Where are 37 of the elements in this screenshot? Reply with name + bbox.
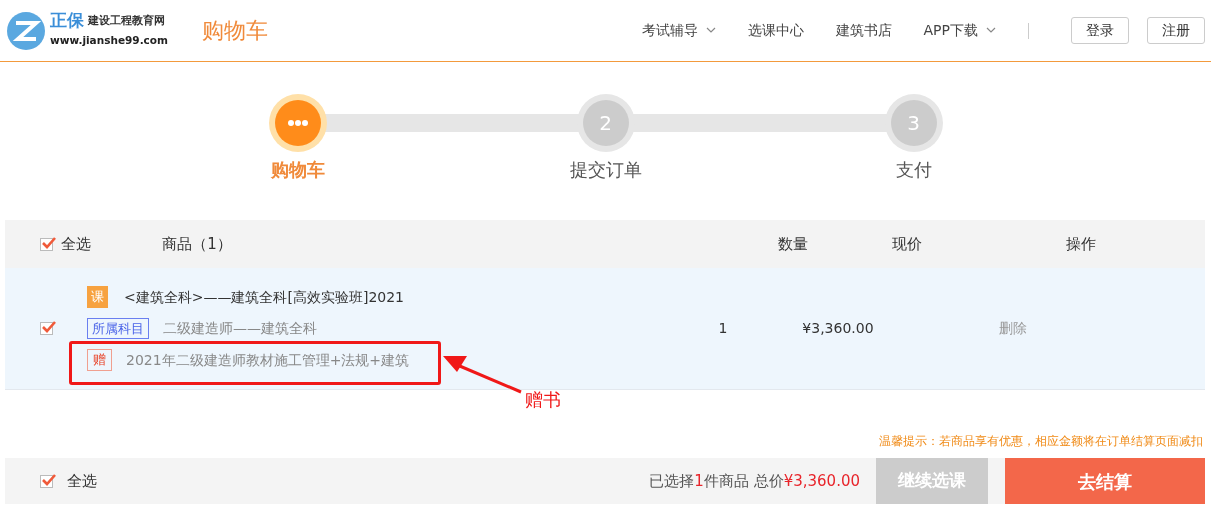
register-button[interactable]: 注册 (1147, 17, 1205, 44)
step-label: 购物车 (270, 158, 325, 182)
logo-brand: 正保 (50, 12, 84, 30)
checkbox[interactable] (40, 322, 53, 335)
logo-icon (6, 10, 46, 51)
nav-link[interactable]: APP下载 (923, 20, 996, 41)
login-button[interactable]: 登录 (1071, 17, 1129, 44)
course-title: <建筑全科>——建筑全科[高效实验班]2021 (124, 287, 404, 307)
chevron-icon (986, 27, 996, 34)
quantity-cell-text: 1 (717, 319, 729, 338)
checkbox[interactable] (40, 237, 53, 251)
column-header: 数量 (776, 233, 809, 255)
logo-url: www.jianshe99.com (50, 33, 168, 49)
page-title: 购物车 (202, 17, 268, 45)
logo-tagline: 建设工程教育网 (88, 12, 165, 29)
price-cell-text: ¥3,360.00 (801, 319, 875, 338)
chevron-icon (705, 27, 716, 34)
selection-summary: 已选择1件商品 总价¥3,360.00 (649, 470, 860, 492)
tip-text: 温馨提示：若商品享有优惠，相应金额将在订单结算页面减扣 (878, 433, 1204, 450)
subject-tag: 所属科目 (87, 317, 149, 340)
gift-text: 2021年二级建造师教材施工管理+法规+建筑 (126, 351, 410, 369)
step-label: 提交订单 (569, 158, 642, 182)
checkbox[interactable] (40, 474, 53, 488)
gift-tag: 赠 (87, 349, 112, 371)
annotation-label: 赠书 (525, 388, 561, 412)
course-tag: 课 (87, 286, 108, 308)
column-header: 操作 (1064, 233, 1097, 255)
select-all-label: 全选 (67, 470, 97, 492)
nav-link[interactable]: 考试辅导 (641, 20, 716, 41)
column-header: 现价 (891, 233, 924, 255)
subject-text: 二级建造师——建筑全科 (163, 319, 317, 338)
dots-icon (286, 119, 309, 127)
nav-link[interactable]: 建筑书店 (835, 20, 892, 41)
step-label: 支付 (895, 158, 932, 182)
column-header: 商品（1） (162, 233, 233, 255)
select-all-label: 全选 (61, 233, 91, 255)
nav-link[interactable]: 选课中心 (747, 20, 804, 41)
